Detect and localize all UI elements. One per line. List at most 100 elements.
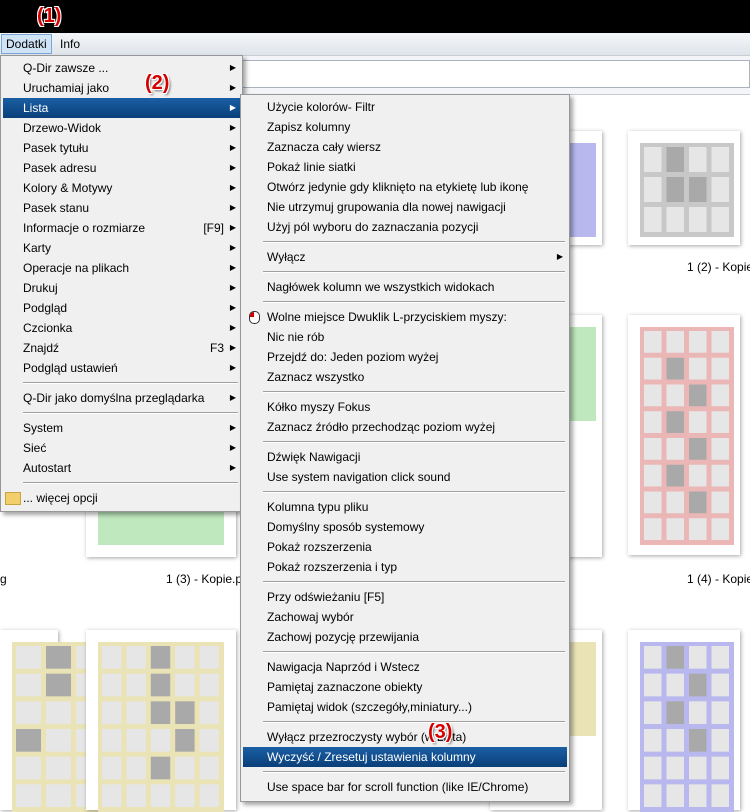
menu-info[interactable]: Info	[56, 35, 84, 53]
menu-item-8[interactable]: Informacje o rozmiarze [F9] ▶	[3, 218, 240, 238]
thumbnail-caption[interactable]: g	[0, 572, 7, 586]
menu-bar: Dodatki Info	[0, 33, 750, 56]
submenu-item-3[interactable]: Pokaż linie siatki	[243, 157, 567, 177]
submenu-item-24[interactable]: Nawigacja Naprzód i Wstecz	[243, 657, 567, 677]
submenu-item-1[interactable]: Zapisz kolumny	[243, 117, 567, 137]
menu-item-3[interactable]: Drzewo-Widok ▶	[3, 118, 240, 138]
submenu-item-15[interactable]: Dźwięk Nawigacji	[243, 447, 567, 467]
menu-item-14[interactable]: Znajdź F3 ▶	[3, 338, 240, 358]
submenu-item-18[interactable]: Domyślny sposób systemowy	[243, 517, 567, 537]
submenu-item-7[interactable]: Wyłącz ▶	[243, 247, 567, 267]
submenu-item-6[interactable]: Użyj pól wyboru do zaznaczania pozycji	[243, 217, 567, 237]
menu-item-15[interactable]: Podgląd ustawień ▶	[3, 358, 240, 378]
submenu-arrow-icon: ▶	[229, 243, 236, 252]
submenu-arrow-icon: ▶	[229, 303, 236, 312]
submenu-item-17[interactable]: Kolumna typu pliku	[243, 497, 567, 517]
menu-item-label: Pasek stanu	[23, 201, 90, 215]
menu-separator	[263, 441, 565, 443]
thumbnail-gray[interactable]	[628, 131, 740, 245]
menu-item-label: Lista	[23, 101, 49, 115]
submenu-arrow-icon: ▶	[229, 263, 236, 272]
menu-item-6[interactable]: Kolory & Motywy ▶	[3, 178, 240, 198]
menu-item-18[interactable]: Sieć ▶	[3, 438, 240, 458]
submenu-item-14[interactable]: Zaznacz źródło przechodząc poziom wyżej	[243, 417, 567, 437]
menu-item-16[interactable]: Q-Dir jako domyślna przeglądarka ▶	[3, 388, 240, 408]
submenu-item-21[interactable]: Przy odświeżaniu [F5]	[243, 587, 567, 607]
submenu-item-label: Użyj pól wyboru do zaznaczania pozycji	[267, 220, 479, 234]
menu-item-4[interactable]: Pasek tytułu ▶	[3, 138, 240, 158]
submenu-arrow-icon: ▶	[229, 363, 236, 372]
submenu-arrow-icon: ▶	[229, 183, 236, 192]
submenu-item-label: Użycie kolorów- Filtr	[267, 100, 376, 114]
submenu-item-4[interactable]: Otwórz jedynie gdy kliknięto na etykietę…	[243, 177, 567, 197]
menu-item-2[interactable]: Lista ▶	[3, 98, 240, 118]
submenu-item-26[interactable]: Pamiętaj widok (szczegóły,miniatury...)	[243, 697, 567, 717]
submenu-item-label: Zaznacz wszystko	[267, 370, 365, 384]
submenu-item-label: Nic nie rób	[267, 330, 325, 344]
submenu-item-27[interactable]: Wyłącz przezroczysty wybór (w Lista)	[243, 727, 567, 747]
menu-item-label: Znajdź	[23, 341, 60, 355]
thumbnail-red[interactable]	[628, 315, 740, 555]
submenu-item-8[interactable]: Nagłówek kolumn we wszystkich widokach	[243, 277, 567, 297]
submenu-arrow-icon: ▶	[229, 323, 236, 332]
menu-dodatki[interactable]: Dodatki	[1, 34, 52, 54]
submenu-item-0[interactable]: Użycie kolorów- Filtr	[243, 97, 567, 117]
menu-item-17[interactable]: System ▶	[3, 418, 240, 438]
submenu-arrow-icon: ▶	[229, 123, 236, 132]
menu-item-label: Drukuj	[23, 281, 58, 295]
submenu-item-10[interactable]: Nic nie rób	[243, 327, 567, 347]
submenu-item-20[interactable]: Pokaż rozszerzenia i typ	[243, 557, 567, 577]
submenu-item-29[interactable]: Use space bar for scroll function (like …	[243, 777, 567, 797]
submenu-item-2[interactable]: Zaznacza cały wiersz	[243, 137, 567, 157]
menu-item-label: Uruchamiaj jako	[23, 81, 110, 95]
submenu-item-label: Wyczyść / Zresetuj ustawienia kolumny	[267, 750, 476, 764]
thumbnail-caption[interactable]: 1 (4) - Kopie	[687, 572, 750, 586]
submenu-item-label: Otwórz jedynie gdy kliknięto na etykietę…	[267, 180, 529, 194]
submenu-item-13[interactable]: Kółko myszy Fokus	[243, 397, 567, 417]
submenu-item-16[interactable]: Use system navigation click sound	[243, 467, 567, 487]
submenu-arrow-icon: ▶	[229, 423, 236, 432]
menu-item-12[interactable]: Podgląd ▶	[3, 298, 240, 318]
thumbnail-caption[interactable]: 1 (2) - Kopie	[687, 260, 750, 274]
menu-item-19[interactable]: Autostart ▶	[3, 458, 240, 478]
thumbnail-caption[interactable]: 1 (3) - Kopie.p	[166, 572, 242, 586]
menu-item-13[interactable]: Czcionka ▶	[3, 318, 240, 338]
submenu-item-label: Use space bar for scroll function (like …	[267, 780, 529, 794]
submenu-item-12[interactable]: Zaznacz wszystko	[243, 367, 567, 387]
menu-item-0[interactable]: Q-Dir zawsze ... ▶	[3, 58, 240, 78]
menu-item-9[interactable]: Karty ▶	[3, 238, 240, 258]
submenu-item-5[interactable]: Nie utrzymuj grupowania dla nowej nawiga…	[243, 197, 567, 217]
menu-item-7[interactable]: Pasek stanu ▶	[3, 198, 240, 218]
thumbnail-yellow-4[interactable]	[86, 630, 236, 812]
submenu-item-11[interactable]: Przejdź do: Jeden poziom wyżej	[243, 347, 567, 367]
menu-item-label: Operacje na plikach	[23, 261, 130, 275]
menu-item-10[interactable]: Operacje na plikach ▶	[3, 258, 240, 278]
menu-item-5[interactable]: Pasek adresu ▶	[3, 158, 240, 178]
address-bar[interactable]	[240, 60, 750, 88]
submenu-item-22[interactable]: Zachowaj wybór	[243, 607, 567, 627]
thumbnail-yellow-3[interactable]	[0, 630, 106, 812]
menu-item-label: Q-Dir jako domyślna przeglądarka	[23, 391, 205, 405]
submenu-item-28[interactable]: Wyczyść / Zresetuj ustawienia kolumny	[243, 747, 567, 767]
thumb-grid	[98, 642, 224, 812]
submenu-item-label: Przy odświeżaniu [F5]	[267, 590, 385, 604]
submenu-item-19[interactable]: Pokaż rozszerzenia	[243, 537, 567, 557]
submenu-arrow-icon: ▶	[229, 63, 236, 72]
menu-separator	[263, 651, 565, 653]
submenu-item-label: Przejdź do: Jeden poziom wyżej	[267, 350, 439, 364]
submenu-item-label: Zaznacz źródło przechodząc poziom wyżej	[267, 420, 496, 434]
menu-item-shortcut: [F9]	[203, 221, 224, 235]
lista-submenu: Użycie kolorów- Filtr Zapisz kolumny Zazna…	[240, 94, 570, 802]
menu-item-label: Pasek adresu	[23, 161, 97, 175]
menu-item-11[interactable]: Drukuj ▶	[3, 278, 240, 298]
menu-item-1[interactable]: Uruchamiaj jako ▶	[3, 78, 240, 98]
menu-item-20[interactable]: ... więcej opcji	[3, 488, 240, 508]
submenu-item-23[interactable]: Zachowj pozycję przewijania	[243, 627, 567, 647]
submenu-arrow-icon: ▶	[229, 143, 236, 152]
submenu-item-25[interactable]: Pamiętaj zaznaczone obiekty	[243, 677, 567, 697]
submenu-item-label: Kółko myszy Fokus	[267, 400, 371, 414]
thumbnail-blue-2[interactable]	[628, 630, 740, 812]
submenu-item-label: Zaznacza cały wiersz	[267, 140, 382, 154]
menu-separator	[263, 721, 565, 723]
menu-separator	[263, 771, 565, 773]
